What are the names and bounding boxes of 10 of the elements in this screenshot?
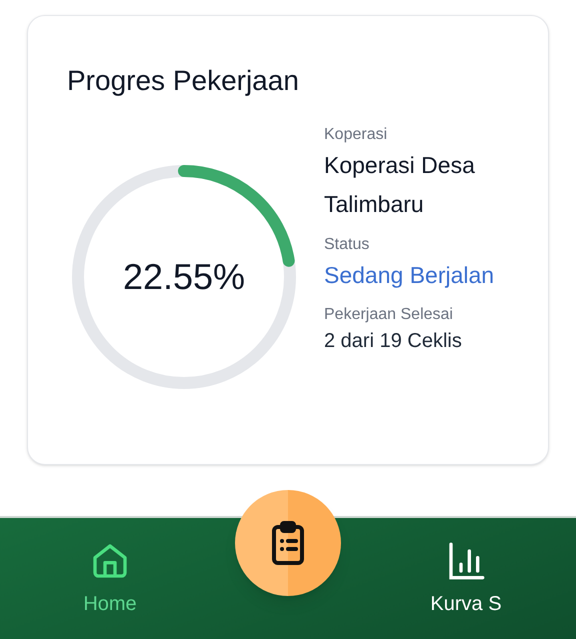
progress-percent: 22.55% [122,255,246,299]
nav-tab[interactable]: Kurva S [416,541,516,619]
field-value: Koperasi Desa Talimbaru [324,151,476,219]
field-value: 2 dari 19 Ceklis [324,329,463,354]
field-label: Status [324,235,370,255]
card-title: Progres Pekerjaan [67,64,300,98]
nav-tab[interactable]: Home [60,541,160,619]
field-label: Pekerjaan Selesai [324,305,454,325]
field-value: Sedang Berjalan [324,261,496,290]
field-label: Koperasi [324,125,388,145]
